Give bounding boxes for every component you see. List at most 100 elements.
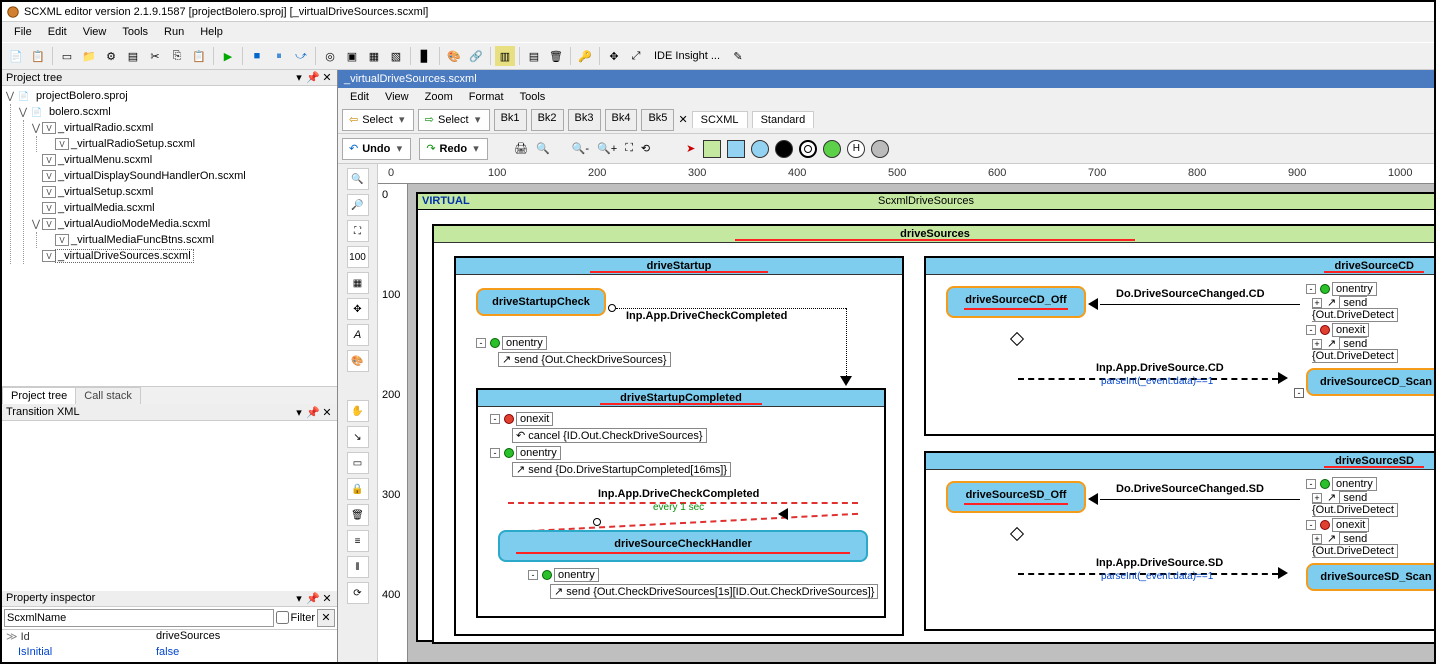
shape-square-green[interactable] xyxy=(703,140,721,158)
bk2-button[interactable]: Bk2 xyxy=(531,109,564,131)
state-drivesourcecdoff[interactable]: driveSourceCD_Off xyxy=(946,286,1086,318)
tb-link-icon[interactable]: 🔗 xyxy=(466,46,486,66)
tab-call-stack[interactable]: Call stack xyxy=(75,387,141,404)
dropdown-icon[interactable]: ▾ xyxy=(293,592,305,604)
state-drivesources[interactable]: driveSources driveStartup driveStartupCh… xyxy=(432,224,1434,644)
emenu-view[interactable]: View xyxy=(377,89,417,105)
tree-item[interactable]: _virtualMenu.scxml xyxy=(56,154,154,166)
zoom-in-icon[interactable]: 🔍+ xyxy=(597,142,617,155)
state-drivesourcesdoff[interactable]: driveSourceSD_Off xyxy=(946,481,1086,513)
close-icon[interactable]: ✕ xyxy=(321,406,333,418)
prop-val[interactable]: false xyxy=(152,646,337,662)
onentry-node[interactable]: -onentry ↗ send {Do.DriveStartupComplete… xyxy=(490,446,731,477)
project-tree[interactable]: ⋁ 📄 projectBolero.sproj ⋁📄bolero.scxml ⋁… xyxy=(2,86,337,386)
tree-toggle[interactable]: ⋁ xyxy=(30,219,42,230)
lt-grid-icon[interactable]: ▦ xyxy=(347,272,369,294)
tb-pause-icon[interactable]: ⏸ xyxy=(269,46,289,66)
tb-stack2-icon[interactable]: ▤ xyxy=(524,46,544,66)
tb-chip-icon[interactable]: ▥ xyxy=(495,46,515,66)
tb-cut-icon[interactable]: ✂ xyxy=(145,46,165,66)
palette-tab-standard[interactable]: Standard xyxy=(752,111,815,128)
lt-search-icon[interactable]: 🔍 xyxy=(347,168,369,190)
tree-item[interactable]: _virtualSetup.scxml xyxy=(56,186,155,198)
tree-toggle[interactable]: ⋁ xyxy=(4,91,16,102)
lt-text-icon[interactable]: A xyxy=(347,324,369,346)
pin-icon[interactable]: 📌 xyxy=(307,592,319,604)
tb-highlight-icon[interactable]: ▊ xyxy=(415,46,435,66)
tb-copy-icon[interactable]: ⎘ xyxy=(167,46,187,66)
menu-tools[interactable]: Tools xyxy=(114,24,156,40)
lt-arrow-icon[interactable]: ↘ xyxy=(347,426,369,448)
tb-open-icon[interactable]: 📋 xyxy=(28,46,48,66)
shape-circle-h[interactable]: H xyxy=(847,140,865,158)
clear-search-button[interactable]: ✕ xyxy=(317,609,335,627)
lt-zoom-icon[interactable]: 🔎 xyxy=(347,194,369,216)
state-drivestartupcheck[interactable]: driveStartupCheck xyxy=(476,288,606,316)
lt-rotate-icon[interactable]: ⟳ xyxy=(347,582,369,604)
diagram-canvas[interactable]: VIRTUAL ScxmlDriveSources driveSources d… xyxy=(408,184,1434,662)
tb-palette-icon[interactable]: 🎨 xyxy=(444,46,464,66)
filter-checkbox[interactable]: Filter xyxy=(276,609,315,627)
onexit-node[interactable]: -onexit ↶ cancel {ID.Out.CheckDriveSourc… xyxy=(490,412,707,443)
lt-color-icon[interactable]: 🎨 xyxy=(347,350,369,372)
menu-run[interactable]: Run xyxy=(156,24,192,40)
tree-root[interactable]: projectBolero.sproj xyxy=(34,90,130,102)
tree-toggle[interactable]: ⋁ xyxy=(30,123,42,134)
tb-trash-icon[interactable]: 🗑 xyxy=(546,46,566,66)
lt-100-icon[interactable]: 100 xyxy=(347,246,369,268)
menu-edit[interactable]: Edit xyxy=(40,24,75,40)
prop-key[interactable]: Id xyxy=(2,630,152,646)
tb-stop-icon[interactable]: ■ xyxy=(247,46,267,66)
tree-item[interactable]: _virtualDisplaySoundHandlerOn.scxml xyxy=(56,170,248,182)
lt-hand-icon[interactable]: ✋ xyxy=(347,400,369,422)
emenu-zoom[interactable]: Zoom xyxy=(417,89,461,105)
lt-group-icon[interactable]: ▭ xyxy=(347,452,369,474)
state-drivesourcecheckhandler[interactable]: driveSourceCheckHandler xyxy=(498,530,868,562)
property-search-input[interactable] xyxy=(4,609,274,627)
state-drivestartup[interactable]: driveStartup driveStartupCheck -onentry … xyxy=(454,256,904,636)
state-virtual[interactable]: VIRTUAL ScxmlDriveSources driveSources d… xyxy=(416,192,1434,642)
tb-wand-icon[interactable]: ✎ xyxy=(728,46,748,66)
dropdown-icon[interactable]: ▾ xyxy=(293,406,305,418)
shape-circle-green[interactable] xyxy=(823,140,841,158)
emenu-edit[interactable]: Edit xyxy=(342,89,377,105)
state-drivesourcecd[interactable]: driveSourceCD driveSourceCD_Off Do.Drive… xyxy=(924,256,1434,436)
tb-doc-icon[interactable]: ▭ xyxy=(57,46,77,66)
shape-circle-ring[interactable] xyxy=(799,140,817,158)
tree-item-selected[interactable]: _virtualDriveSources.scxml xyxy=(56,250,193,262)
bk4-button[interactable]: Bk4 xyxy=(605,109,638,131)
tab-project-tree[interactable]: Project tree xyxy=(2,387,76,404)
lt-distribute-icon[interactable]: ⫴ xyxy=(347,556,369,578)
dropdown-icon[interactable]: ▾ xyxy=(293,72,305,84)
tb-window3-icon[interactable]: ▧ xyxy=(386,46,406,66)
zoom-out-icon[interactable]: 🔍- xyxy=(572,142,589,155)
tree-item[interactable]: _virtualAudioModeMedia.scxml xyxy=(56,218,212,230)
shape-circle-black[interactable] xyxy=(775,140,793,158)
tb-crosshair-icon[interactable]: ✥ xyxy=(604,46,624,66)
pin-icon[interactable]: 📌 xyxy=(307,406,319,418)
onentry-node[interactable]: -onentry ↗ send {Out.CheckDriveSources[1… xyxy=(528,568,878,599)
preview-icon[interactable]: 🔍 xyxy=(536,142,550,155)
tree-item[interactable]: bolero.scxml xyxy=(47,106,113,118)
emenu-format[interactable]: Format xyxy=(461,89,512,105)
tb-window2-icon[interactable]: ▦ xyxy=(364,46,384,66)
state-drivesourcecdscan[interactable]: driveSourceCD_Scan xyxy=(1306,368,1434,396)
cd-tree[interactable]: -onentry + ↗ send {Out.DriveDetect -onex… xyxy=(1306,282,1434,362)
tb-stepover-icon[interactable]: ⤻ xyxy=(291,46,311,66)
tb-paste-icon[interactable]: 📋 xyxy=(189,46,209,66)
xml-body[interactable] xyxy=(2,421,337,591)
shape-circle-gray[interactable] xyxy=(871,140,889,158)
lt-align-icon[interactable]: ≡ xyxy=(347,530,369,552)
redo-button[interactable]: ↷Redo▾ xyxy=(419,138,488,160)
document-tab[interactable]: _virtualDriveSources.scxml xyxy=(338,70,1434,88)
tree-toggle[interactable]: ⋁ xyxy=(17,107,29,118)
zoom-reset-icon[interactable]: ⟲ xyxy=(641,142,650,155)
select-right-button[interactable]: ⇨Select▾ xyxy=(418,109,490,131)
pin-icon[interactable]: 📌 xyxy=(307,72,319,84)
palette-tab-scxml[interactable]: SCXML xyxy=(692,111,748,128)
tree-item[interactable]: _virtualRadio.scxml xyxy=(56,122,155,134)
bk1-button[interactable]: Bk1 xyxy=(494,109,527,131)
bk-close-icon[interactable]: ✕ xyxy=(678,113,687,126)
zoom-fit-icon[interactable]: ⛶ xyxy=(625,142,633,155)
tb-window-icon[interactable]: ▣ xyxy=(342,46,362,66)
